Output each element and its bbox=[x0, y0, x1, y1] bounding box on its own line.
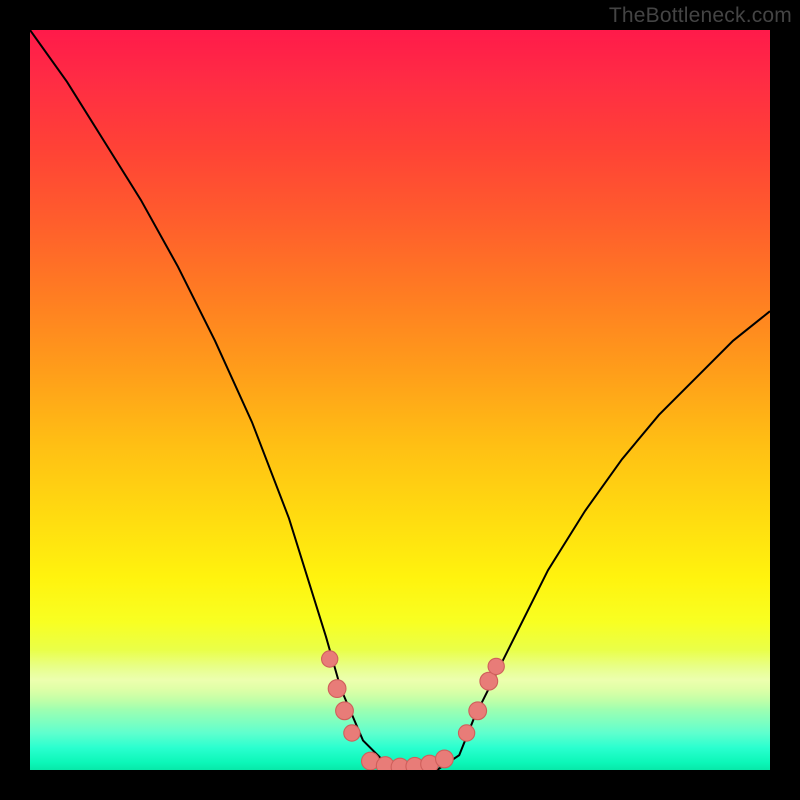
curve-marker bbox=[488, 658, 504, 674]
plot-area bbox=[30, 30, 770, 770]
chart-frame: TheBottleneck.com bbox=[0, 0, 800, 800]
curve-layer bbox=[30, 30, 770, 770]
curve-marker bbox=[436, 750, 454, 768]
curve-markers bbox=[322, 651, 505, 770]
curve-marker bbox=[328, 680, 346, 698]
curve-marker bbox=[458, 725, 474, 741]
curve-marker bbox=[344, 725, 360, 741]
curve-marker bbox=[322, 651, 338, 667]
attribution-label: TheBottleneck.com bbox=[609, 4, 792, 28]
bottleneck-curve bbox=[30, 30, 770, 770]
curve-marker bbox=[336, 702, 354, 720]
curve-marker bbox=[469, 702, 487, 720]
